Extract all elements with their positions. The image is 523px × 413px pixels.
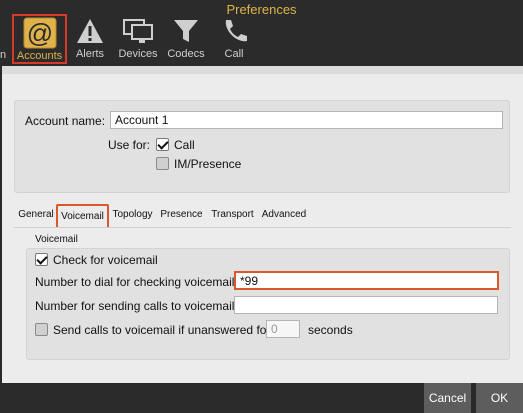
check-voicemail-label: Check for voicemail [53,253,158,267]
toolbar-codecs-label: Codecs [167,48,205,60]
toolbar-devices-label: Devices [118,48,158,60]
dial-voicemail-input[interactable]: *99 [234,271,499,290]
call-checkbox[interactable] [156,138,169,151]
send-voicemail-input[interactable] [234,296,498,314]
toolbar-alerts-button[interactable]: Alerts [70,14,110,64]
toolbar-accounts-button[interactable]: @ Accounts [12,14,67,64]
account-group: Account name: Account 1 Use for: Call IM… [14,100,510,193]
tab-topology[interactable]: Topology [110,204,155,228]
send-voicemail-label: Number for sending calls to voicemail [35,299,235,313]
toolbar-call-label: Call [224,48,244,60]
call-checkbox-label: Call [174,138,195,152]
voicemail-group: Check for voicemail Number to dial for c… [26,248,510,360]
seconds-label: seconds [308,323,353,337]
account-name-label: Account name: [25,114,106,128]
content-top-strip [2,66,523,74]
title-bar: Preferences n @ Accounts Alerts Devices … [0,0,523,66]
use-for-label: Use for: [108,138,151,152]
tab-transport[interactable]: Transport [210,204,255,228]
dial-voicemail-label: Number to dial for checking voicemail [35,275,235,289]
unanswered-label: Send calls to voicemail if unanswered fo… [53,323,271,337]
cancel-button[interactable]: Cancel [424,383,471,413]
check-voicemail-checkbox[interactable] [35,253,48,266]
at-sign-icon: @ [14,16,65,49]
tab-advanced[interactable]: Advanced [261,204,307,228]
warning-triangle-icon [70,14,110,47]
tab-general[interactable]: General [16,204,56,228]
voicemail-section-title: Voicemail [35,234,78,245]
unanswered-checkbox[interactable] [35,323,48,336]
ok-button[interactable]: OK [476,383,523,413]
toolbar-call-button[interactable]: Call [216,14,252,64]
im-presence-checkbox-label: IM/Presence [174,157,242,171]
account-name-input[interactable]: Account 1 [110,111,503,129]
tab-divider [14,227,511,228]
im-presence-checkbox[interactable] [156,157,169,170]
phone-icon [216,14,252,47]
toolbar-codecs-button[interactable]: Codecs [164,14,208,64]
tab-voicemail[interactable]: Voicemail [56,204,109,228]
tab-presence[interactable]: Presence [159,204,204,228]
toolbar-accounts-label: Accounts [16,50,63,62]
toolbar-alerts-label: Alerts [75,48,105,60]
toolbar-cut-label: n [0,49,7,61]
preferences-content: Account name: Account 1 Use for: Call IM… [2,66,523,383]
unanswered-seconds-input[interactable]: 0 [266,320,300,338]
funnel-icon [164,14,208,47]
monitor-icon [116,14,160,47]
svg-text:@: @ [26,18,52,48]
toolbar-devices-button[interactable]: Devices [116,14,160,64]
